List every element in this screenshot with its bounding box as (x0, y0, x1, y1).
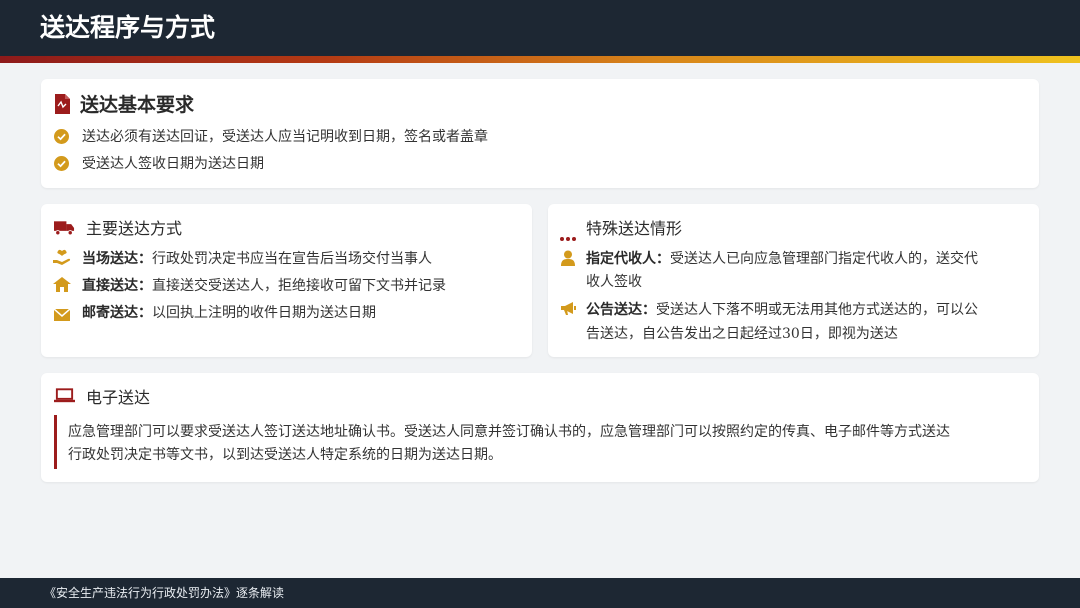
electronic-delivery-card: 电子送达 应急管理部门可以要求受送达人签订送达地址确认书。受送达人同意并签订确认… (41, 373, 1039, 482)
hand-heart-icon (53, 249, 71, 269)
truck-icon (54, 220, 75, 240)
header-bar: 送达程序与方式 (0, 0, 1080, 56)
basic-requirements-card: 送达基本要求 送达必须有送达回证，受送达人应当记明收到日期，签名或者盖章 受送达… (41, 79, 1039, 188)
main-method-item-3: 邮寄送达：以回执上注明的收件日期为送达日期 (82, 305, 376, 321)
document-icon (54, 94, 70, 118)
home-icon (53, 277, 71, 296)
main-method-item-1: 当场送达：行政处罚决定书应当在宣告后当场交付当事人 (82, 251, 432, 267)
quote-accent-bar (54, 415, 57, 469)
special-item-1-line-1: 指定代收人：受送达人已向应急管理部门指定代收人的，送交代 (586, 251, 978, 267)
page-title: 送达程序与方式 (40, 13, 216, 42)
main-method-item-2: 直接送达：直接送交受送达人，拒绝接收可留下文书并记录 (82, 278, 446, 294)
megaphone-icon (560, 301, 576, 320)
basic-requirements-title: 送达基本要求 (80, 94, 195, 116)
footer-text: 《安全生产违法行为行政处罚办法》逐条解读 (44, 586, 285, 600)
check-circle-icon (54, 129, 69, 148)
special-item-2-line-2: 告送达，自公告发出之日起经过30日，即视为送达 (586, 326, 898, 342)
special-item-2-line-1: 公告送达：受送达人下落不明或无法用其他方式送达的，可以公 (586, 302, 978, 318)
special-situations-card: 特殊送达情形 指定代收人：受送达人已向应急管理部门指定代收人的，送交代 收人签收… (548, 204, 1039, 357)
check-circle-icon (54, 156, 69, 175)
user-icon (561, 250, 575, 270)
envelope-icon (53, 306, 71, 325)
main-methods-card: 主要送达方式 当场送达：行政处罚决定书应当在宣告后当场交付当事人 直接送达：直接… (41, 204, 532, 357)
basic-item-2: 受送达人签收日期为送达日期 (82, 156, 264, 172)
ellipsis-icon (560, 226, 576, 245)
electronic-line-1: 应急管理部门可以要求受送达人签订送达地址确认书。受送达人同意并签订确认书的，应急… (68, 424, 950, 440)
special-item-1-line-2: 收人签收 (586, 274, 642, 290)
special-situations-title: 特殊送达情形 (586, 219, 683, 238)
basic-item-1: 送达必须有送达回证，受送达人应当记明收到日期，签名或者盖章 (82, 129, 488, 145)
footer-bar: 《安全生产违法行为行政处罚办法》逐条解读 (0, 578, 1080, 608)
main-methods-title: 主要送达方式 (86, 219, 183, 238)
laptop-icon (54, 388, 75, 407)
electronic-line-2: 行政处罚决定书等文书，以到达受送达人特定系统的日期为送达日期。 (68, 447, 502, 463)
accent-gradient-bar (0, 56, 1080, 63)
electronic-delivery-title: 电子送达 (86, 388, 151, 407)
